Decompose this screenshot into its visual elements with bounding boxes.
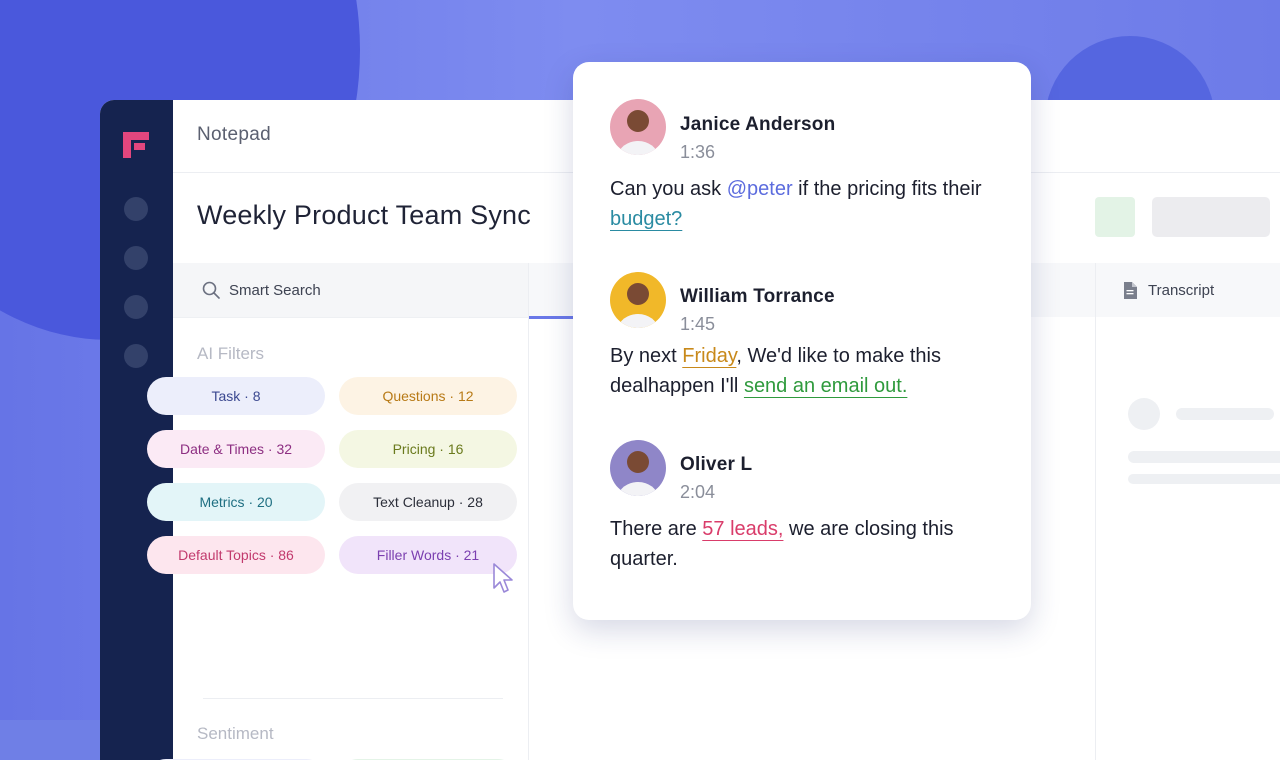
- tab-transcript[interactable]: Transcript: [1096, 263, 1280, 317]
- ai-filter-pill[interactable]: Filler Words · 21: [339, 536, 517, 574]
- ai-filter-pill[interactable]: Metrics · 20: [147, 483, 325, 521]
- smart-search[interactable]: Smart Search: [173, 263, 528, 318]
- speaker-name: Janice Anderson: [680, 114, 836, 135]
- search-icon: [202, 281, 220, 299]
- message-text: Can you ask @peter if the pricing fits t…: [610, 174, 1000, 234]
- secondary-button[interactable]: [1152, 197, 1270, 237]
- mouse-cursor-icon: [493, 563, 513, 593]
- avatar: [610, 272, 666, 328]
- nav-item-3[interactable]: [124, 295, 148, 319]
- ai-filter-pill[interactable]: Pricing · 16: [339, 430, 517, 468]
- sentiment-heading: Sentiment: [197, 724, 274, 743]
- nav-item-1[interactable]: [124, 197, 148, 221]
- highlighted-phrase[interactable]: @peter: [727, 178, 793, 200]
- ai-filter-pill[interactable]: Default Topics · 86: [147, 536, 325, 574]
- app-logo-icon: [123, 132, 149, 158]
- highlighted-phrase[interactable]: 57 leads,: [702, 518, 783, 540]
- message-text: There are 57 leads, we are closing this …: [610, 514, 1000, 574]
- transcript-column: Transcript: [1095, 263, 1280, 760]
- timestamp: 2:04: [680, 482, 716, 502]
- person-icon: [618, 451, 658, 496]
- app-name: Notepad: [197, 124, 271, 145]
- avatar-placeholder: [1128, 398, 1160, 430]
- ai-filter-pill[interactable]: Task · 8: [147, 377, 325, 415]
- divider: [203, 698, 503, 699]
- highlighted-phrase[interactable]: send an email out.: [744, 375, 907, 397]
- ai-filter-pill[interactable]: Date & Times · 32: [147, 430, 325, 468]
- text-placeholder: [1128, 451, 1280, 463]
- ai-filter-pill[interactable]: Text Cleanup · 28: [339, 483, 517, 521]
- ai-filters-heading: AI Filters: [197, 344, 265, 363]
- timestamp: 1:36: [680, 142, 716, 162]
- transcript-tab-label: Transcript: [1148, 282, 1215, 299]
- text-placeholder: [1176, 408, 1274, 420]
- message-segment: if the pricing fits their: [792, 178, 982, 200]
- nav-item-2[interactable]: [124, 246, 148, 270]
- timestamp: 1:45: [680, 314, 716, 334]
- filter-panel: Smart Search AI Filters Task · 8 Question…: [147, 263, 528, 760]
- message-segment: Can you ask: [610, 178, 727, 200]
- person-icon: [618, 110, 658, 155]
- nav-item-4[interactable]: [124, 344, 148, 368]
- action-button[interactable]: [1095, 197, 1135, 237]
- search-label: Smart Search: [229, 282, 321, 299]
- message-segment: By next: [610, 345, 683, 367]
- document-icon: [1124, 282, 1137, 299]
- highlighted-phrase[interactable]: Friday: [682, 345, 736, 367]
- avatar: [610, 99, 666, 155]
- text-placeholder: [1128, 474, 1280, 484]
- person-icon: [618, 283, 658, 328]
- speaker-name: Oliver L: [680, 454, 753, 475]
- message-segment: There are: [610, 518, 703, 540]
- conversation-card: Janice Anderson 1:36 Can you ask @peter if…: [573, 62, 1031, 620]
- highlighted-phrase[interactable]: budget?: [610, 208, 682, 230]
- speaker-name: William Torrance: [680, 286, 835, 307]
- ai-filter-pill[interactable]: Questions · 12: [339, 377, 517, 415]
- avatar: [610, 440, 666, 496]
- meeting-title: Weekly Product Team Sync: [197, 200, 531, 230]
- message-text: By next Friday, We'd like to make this d…: [610, 341, 1000, 401]
